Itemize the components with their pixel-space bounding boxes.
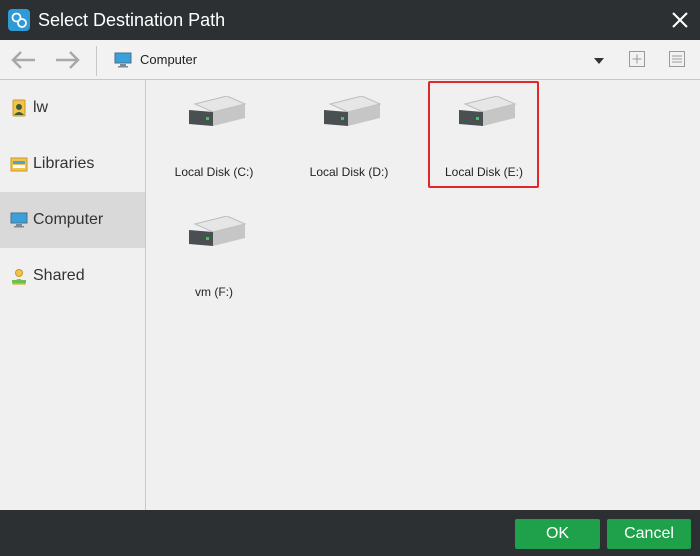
back-button[interactable] — [10, 48, 38, 72]
select-destination-dialog: Select Destination Path Computer lw Libr… — [0, 0, 700, 556]
dialog-footer: OK Cancel — [0, 510, 700, 556]
drive-label: Local Disk (D:) — [309, 165, 389, 179]
chevron-down-icon — [594, 58, 604, 64]
cancel-button[interactable]: Cancel — [607, 519, 691, 549]
sidebar-item-shared[interactable]: Shared — [0, 248, 145, 304]
sidebar-item-label: Libraries — [33, 155, 95, 172]
forward-arrow-icon — [56, 51, 80, 69]
new-folder-button[interactable] — [628, 50, 646, 68]
drive-item-d[interactable]: Local Disk (D:) — [289, 86, 409, 186]
sidebar: lw Libraries Computer Shared — [0, 80, 146, 510]
ok-button[interactable]: OK — [515, 519, 600, 549]
shared-icon — [10, 267, 28, 285]
forward-button[interactable] — [53, 48, 81, 72]
hard-drive-icon — [189, 96, 247, 126]
path-dropdown-button[interactable] — [592, 54, 606, 66]
drive-list: Local Disk (C:) Local Disk (D:) Local Di… — [147, 80, 700, 510]
view-mode-button[interactable] — [668, 50, 686, 68]
sidebar-item-label: Shared — [33, 267, 85, 284]
navigation-toolbar: Computer — [0, 40, 700, 80]
hard-drive-icon — [324, 96, 382, 126]
drive-label: vm (F:) — [195, 285, 233, 299]
new-folder-icon — [629, 51, 645, 67]
title-bar: Select Destination Path — [0, 0, 700, 40]
computer-icon — [10, 211, 28, 229]
sidebar-item-label: lw — [33, 99, 49, 116]
hard-drive-icon — [459, 96, 517, 126]
sidebar-item-lw[interactable]: lw — [0, 80, 145, 136]
sidebar-item-label: Computer — [33, 211, 104, 228]
toolbar-divider — [96, 46, 97, 76]
hard-drive-icon — [189, 216, 247, 246]
drive-item-c[interactable]: Local Disk (C:) — [154, 86, 274, 186]
close-icon — [672, 12, 688, 28]
user-icon — [10, 99, 28, 117]
list-view-icon — [669, 51, 685, 67]
back-arrow-icon — [11, 51, 35, 69]
close-button[interactable] — [660, 0, 700, 40]
libraries-icon — [10, 155, 28, 173]
drive-item-f[interactable]: vm (F:) — [154, 206, 274, 306]
sidebar-item-libraries[interactable]: Libraries — [0, 136, 145, 192]
dialog-title: Select Destination Path — [38, 10, 226, 30]
sidebar-item-computer[interactable]: Computer — [0, 192, 145, 248]
computer-icon — [114, 52, 132, 68]
drive-item-e[interactable]: Local Disk (E:) — [424, 86, 544, 186]
current-path: Computer — [140, 52, 198, 67]
drive-label: Local Disk (E:) — [444, 165, 524, 179]
drive-label: Local Disk (C:) — [174, 165, 254, 179]
app-logo-icon — [8, 9, 30, 31]
